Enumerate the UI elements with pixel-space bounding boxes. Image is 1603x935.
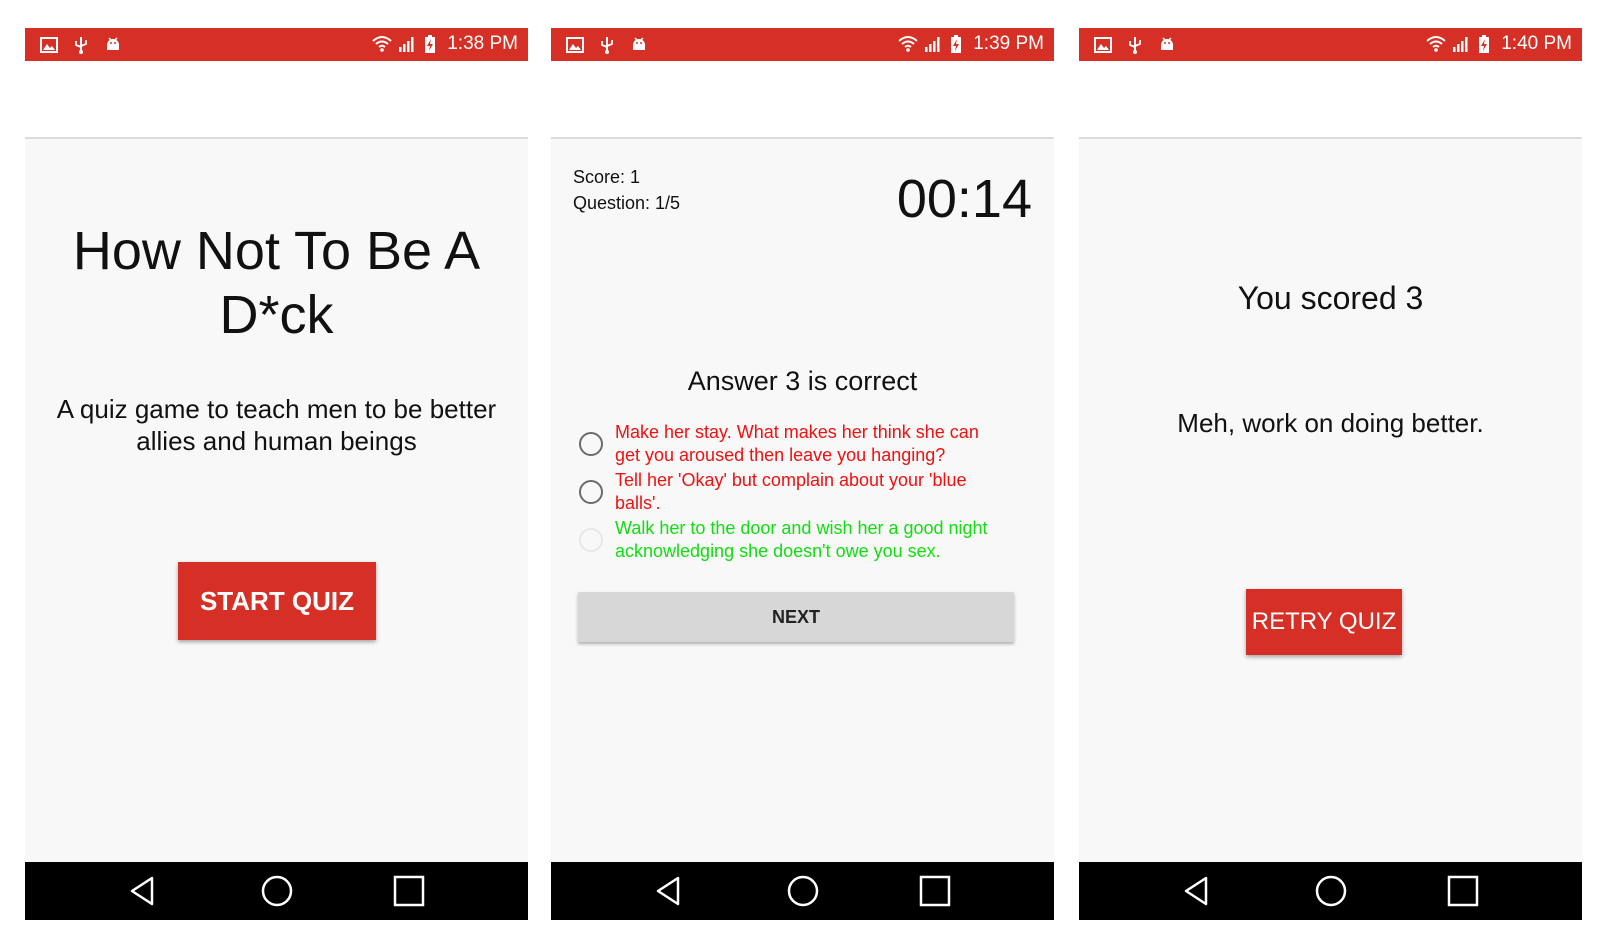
battery-charging-icon (1476, 34, 1496, 54)
navigation-bar (551, 862, 1054, 920)
recents-icon[interactable] (1446, 874, 1480, 908)
image-icon (1093, 35, 1113, 55)
recents-icon[interactable] (392, 874, 426, 908)
score-info: Score: 1 Question: 1/5 (573, 164, 680, 216)
app-bar (551, 61, 1054, 137)
signal-icon (1451, 34, 1471, 54)
battery-charging-icon (948, 34, 968, 54)
status-bar: 1:39 PM (551, 28, 1054, 61)
answer-option[interactable]: Walk her to the door and wish her a good… (579, 517, 999, 563)
app-bar (1079, 61, 1582, 137)
wifi-icon (372, 34, 392, 54)
battery-charging-icon (422, 34, 442, 54)
countdown-timer: 00:14 (896, 169, 1032, 229)
score-label: Score: 1 (573, 167, 641, 187)
start-content: How Not To Be A D*ck A quiz game to teac… (25, 137, 528, 862)
home-icon[interactable] (1314, 874, 1348, 908)
question-content: Score: 1 Question: 1/5 00:14 Answer 3 is… (551, 137, 1054, 862)
home-icon[interactable] (786, 874, 820, 908)
phone-screen-question: 1:39 PM Score: 1 Question: 1/5 00:14 Ans… (551, 28, 1054, 923)
final-score: You scored 3 (1237, 280, 1424, 316)
image-icon (565, 35, 585, 55)
answer-text: Make her stay. What makes her think she … (615, 422, 979, 465)
next-button[interactable]: NEXT (578, 592, 1014, 642)
usb-icon (1125, 35, 1145, 55)
android-debug-icon (103, 35, 123, 55)
answer-text: Walk her to the door and wish her a good… (615, 518, 988, 561)
phone-screen-result: 1:40 PM You scored 3 Meh, work on doing … (1079, 28, 1582, 923)
answer-result-message: Answer 3 is correct (687, 366, 918, 396)
usb-icon (597, 35, 617, 55)
android-debug-icon (629, 35, 649, 55)
android-debug-icon (1157, 35, 1177, 55)
answer-option[interactable]: Make her stay. What makes her think she … (579, 421, 999, 467)
phone-screen-start: 1:38 PM How Not To Be A D*ck A quiz game… (25, 28, 528, 923)
answer-text: Tell her 'Okay' but complain about your … (615, 470, 967, 513)
answer-options: Make her stay. What makes her think she … (579, 421, 999, 565)
status-time: 1:40 PM (1501, 33, 1572, 54)
back-icon[interactable] (652, 874, 686, 908)
result-content: You scored 3 Meh, work on doing better. … (1079, 137, 1582, 862)
start-quiz-button[interactable]: START QUIZ (178, 562, 376, 640)
app-bar (25, 61, 528, 137)
question-counter: Question: 1/5 (573, 193, 681, 213)
score-feedback: Meh, work on doing better. (1177, 408, 1484, 438)
back-icon[interactable] (126, 874, 160, 908)
recents-icon[interactable] (918, 874, 952, 908)
navigation-bar (25, 862, 528, 920)
status-bar: 1:40 PM (1079, 28, 1582, 61)
back-icon[interactable] (1180, 874, 1214, 908)
status-time: 1:38 PM (447, 33, 518, 54)
wifi-icon (1426, 34, 1446, 54)
status-time: 1:39 PM (973, 33, 1044, 54)
answer-option[interactable]: Tell her 'Okay' but complain about your … (579, 469, 999, 515)
radio-button[interactable] (579, 432, 603, 456)
image-icon (39, 35, 59, 55)
wifi-icon (898, 34, 918, 54)
radio-button[interactable] (579, 528, 603, 552)
quiz-title: How Not To Be A D*ck (72, 221, 481, 345)
signal-icon (923, 34, 943, 54)
quiz-subtitle: A quiz game to teach men to be better al… (56, 394, 497, 456)
status-bar: 1:38 PM (25, 28, 528, 61)
retry-quiz-button[interactable]: RETRY QUIZ (1246, 589, 1402, 655)
signal-icon (397, 34, 417, 54)
home-icon[interactable] (260, 874, 294, 908)
navigation-bar (1079, 862, 1582, 920)
radio-button[interactable] (579, 480, 603, 504)
usb-icon (71, 35, 91, 55)
